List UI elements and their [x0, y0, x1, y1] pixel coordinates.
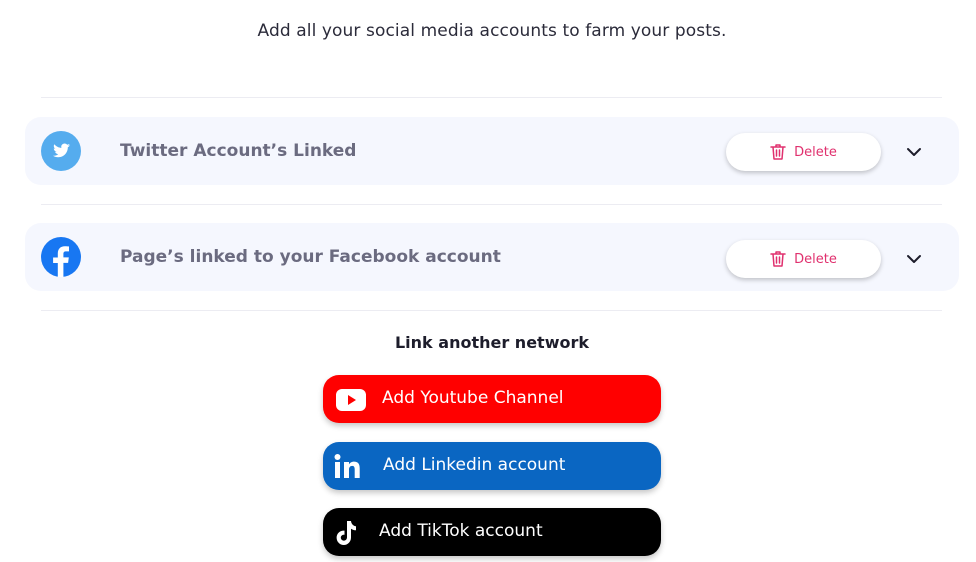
- twitter-icon: [41, 131, 81, 171]
- divider: [41, 204, 942, 205]
- add-tiktok-button[interactable]: Add TikTok account: [323, 508, 661, 556]
- delete-label: Delete: [794, 144, 837, 160]
- facebook-icon: [41, 237, 81, 277]
- linkedin-label: Add Linkedin account: [383, 455, 566, 475]
- twitter-account-card[interactable]: Twitter Account’s Linked Delete: [25, 117, 959, 185]
- divider: [41, 97, 942, 98]
- add-youtube-button[interactable]: Add Youtube Channel: [323, 375, 661, 423]
- link-network-heading: Link another network: [394, 333, 589, 352]
- divider: [41, 310, 942, 311]
- tiktok-icon: [335, 520, 357, 546]
- youtube-icon: [336, 389, 366, 411]
- tiktok-label: Add TikTok account: [379, 521, 543, 541]
- youtube-label: Add Youtube Channel: [382, 388, 564, 408]
- intro-text: Add all your social media accounts to fa…: [257, 21, 727, 41]
- chevron-down-icon[interactable]: [905, 250, 923, 268]
- trash-icon: [770, 144, 786, 160]
- linkedin-icon: [334, 454, 364, 478]
- delete-label: Delete: [794, 251, 837, 267]
- add-linkedin-button[interactable]: Add Linkedin account: [323, 442, 661, 490]
- chevron-down-icon[interactable]: [905, 143, 923, 161]
- trash-icon: [770, 251, 786, 267]
- delete-button[interactable]: Delete: [726, 133, 881, 171]
- account-title: Twitter Account’s Linked: [120, 141, 357, 161]
- delete-button[interactable]: Delete: [726, 240, 881, 278]
- account-title: Page’s linked to your Facebook account: [120, 247, 501, 267]
- facebook-account-card[interactable]: Page’s linked to your Facebook account D…: [25, 223, 959, 291]
